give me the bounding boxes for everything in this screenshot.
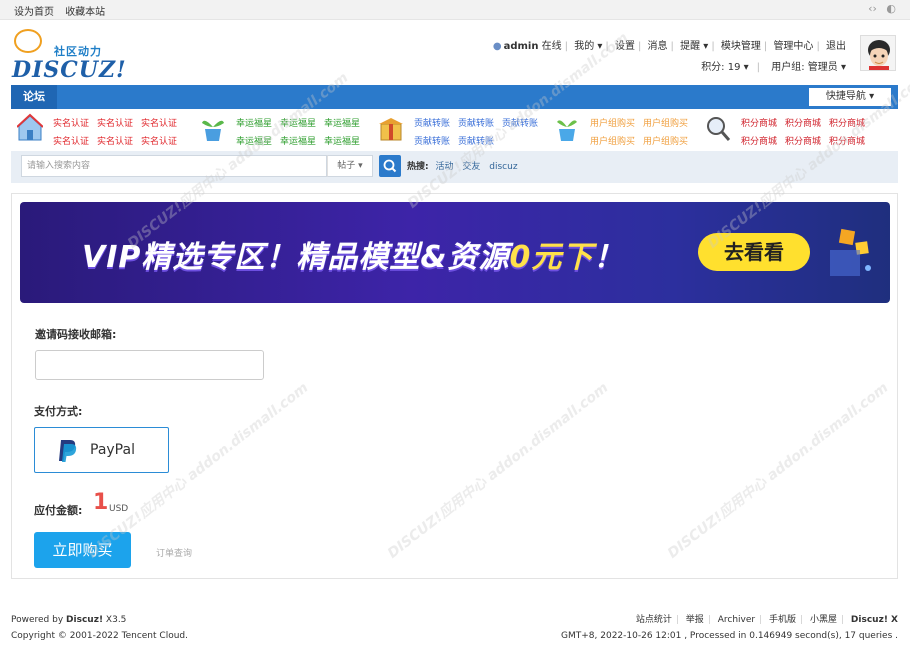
- logout-link[interactable]: 退出: [826, 41, 846, 52]
- search-bar: 请输入搜索内容 帖子 ▾ 热搜: 活动 交友 discuz: [11, 151, 898, 183]
- promo-link[interactable]: 实名认证: [97, 137, 133, 147]
- paypal-icon: [59, 440, 77, 462]
- copyright-text: Copyright © 2001-2022 Tencent Cloud.: [11, 631, 188, 641]
- footer-brand[interactable]: Discuz! X: [851, 615, 898, 625]
- sprout-icon: [557, 120, 577, 141]
- avatar[interactable]: [860, 35, 896, 71]
- hot-search-link[interactable]: 交友: [462, 162, 480, 172]
- header: 社区动力 DISCUZ! ● admin 在线 | 我的 ▾ | 设置 | 消息 | 提醒…: [0, 21, 910, 85]
- my-menu[interactable]: 我的: [574, 41, 594, 52]
- promo-link[interactable]: 实名认证: [141, 137, 177, 147]
- promo-link[interactable]: 积分商城: [741, 119, 777, 129]
- promo-link[interactable]: 用户组购买: [643, 137, 688, 147]
- footer-link-report[interactable]: 举报: [686, 615, 704, 625]
- settings-link[interactable]: 设置: [615, 41, 635, 52]
- promo-link[interactable]: 幸运福星: [324, 137, 360, 147]
- user-info: 积分: 19 ▾ | 用户组: 管理员 ▾: [701, 62, 846, 73]
- paypal-option[interactable]: PayPal: [34, 427, 169, 473]
- set-home-link[interactable]: 设为首页: [14, 7, 54, 18]
- footer-link-blackroom[interactable]: 小黑屋: [810, 615, 837, 625]
- promo-link[interactable]: 用户组购买: [643, 119, 688, 129]
- search-icon: [383, 159, 397, 173]
- hot-searches: 热搜: 活动 交友 discuz: [407, 159, 524, 172]
- user-icon: ●: [492, 41, 502, 52]
- search-type-select[interactable]: 帖子 ▾: [327, 155, 373, 177]
- promo-link[interactable]: 贡献转账: [458, 137, 494, 147]
- promo-links: 实名认证 实名认证 实名认证 实名认证 实名认证 实名认证 幸运福星 幸运福星 幸运福星 幸…: [11, 109, 898, 151]
- admin-center-link[interactable]: 管理中心: [773, 41, 813, 52]
- palette-icon[interactable]: ◐: [886, 2, 896, 15]
- logo-bubble-icon: [14, 29, 42, 53]
- username-link[interactable]: admin: [504, 41, 539, 52]
- buy-now-button[interactable]: 立即购买: [34, 532, 131, 568]
- reminders-menu[interactable]: 提醒: [680, 41, 700, 52]
- nav-forum-tab[interactable]: 论坛: [11, 85, 57, 109]
- search-input[interactable]: 请输入搜索内容: [21, 155, 327, 177]
- code-icon[interactable]: ‹›: [868, 2, 877, 15]
- promo-link[interactable]: 积分商城: [785, 137, 821, 147]
- promo-link[interactable]: 实名认证: [53, 119, 89, 129]
- promo-link[interactable]: 用户组购买: [590, 137, 635, 147]
- promo-link[interactable]: 实名认证: [141, 119, 177, 129]
- email-field[interactable]: [35, 350, 264, 380]
- promo-link[interactable]: 实名认证: [53, 137, 89, 147]
- footer-right: 站点统计 | 举报 | Archiver | 手机版 | 小黑屋 | Discuz! X …: [561, 612, 898, 644]
- promo-link[interactable]: 积分商城: [785, 119, 821, 129]
- email-label: 邀请码接收邮箱:: [35, 328, 117, 341]
- banner-text: VIP精选专区！精品模型&资源0元下！: [82, 240, 625, 275]
- discuz-link[interactable]: Discuz!: [66, 615, 103, 625]
- plant-icon: [202, 120, 224, 141]
- promo-link[interactable]: 幸运福星: [280, 119, 316, 129]
- hot-search-link[interactable]: 活动: [435, 162, 453, 172]
- top-bar: 设为首页 收藏本站 ‹› ◐: [0, 0, 910, 20]
- promo-link[interactable]: 积分商城: [741, 137, 777, 147]
- promo-link[interactable]: 实名认证: [97, 119, 133, 129]
- promo-link[interactable]: 积分商城: [829, 137, 865, 147]
- vip-banner[interactable]: VIP精选专区！精品模型&资源0元下！ 去看看: [20, 202, 890, 303]
- purchase-panel: VIP精选专区！精品模型&资源0元下！ 去看看 邀请码接收邮箱: 支付方式: P…: [11, 193, 898, 579]
- online-status: 在线: [541, 41, 562, 52]
- promo-link[interactable]: 贡献转账: [414, 137, 450, 147]
- footer-left: Powered by Discuz! X3.5 Copyright © 2001…: [11, 612, 188, 644]
- promo-link[interactable]: 贡献转账: [458, 119, 494, 129]
- hot-label: 热搜:: [407, 162, 429, 172]
- points-menu[interactable]: 积分: 19: [701, 62, 740, 73]
- module-manage-link[interactable]: 模块管理: [721, 41, 761, 52]
- site-logo[interactable]: 社区动力 DISCUZ!: [12, 29, 126, 83]
- order-query-link[interactable]: 订单查询: [156, 546, 192, 559]
- amount-value: 1: [93, 490, 109, 515]
- user-group-menu[interactable]: 用户组: 管理员: [771, 62, 838, 73]
- house-icon: [17, 113, 43, 141]
- footer-link-stats[interactable]: 站点统计: [636, 615, 672, 625]
- banner-cubes-icon: [830, 228, 871, 276]
- promo-link[interactable]: 贡献转账: [414, 119, 450, 129]
- messages-link[interactable]: 消息: [648, 41, 668, 52]
- search-button[interactable]: [379, 155, 401, 177]
- promo-link[interactable]: 幸运福星: [236, 119, 272, 129]
- bookmark-link[interactable]: 收藏本站: [65, 7, 105, 18]
- promo-link[interactable]: 用户组购买: [590, 119, 635, 129]
- processing-stats: GMT+8, 2022-10-26 12:01 , Processed in 0…: [561, 631, 898, 641]
- main-nav: 论坛 快捷导航 ▾: [11, 85, 898, 109]
- banner-go-button[interactable]: 去看看: [698, 233, 810, 271]
- amount-label: 应付金额:: [34, 504, 83, 517]
- magnifier-icon: [707, 117, 731, 141]
- hot-search-link[interactable]: discuz: [489, 162, 517, 172]
- promo-link[interactable]: 贡献转账: [502, 119, 538, 129]
- promo-link[interactable]: 幸运福星: [236, 137, 272, 147]
- currency-label: USD: [109, 504, 129, 514]
- box-icon: [379, 118, 403, 141]
- promo-link[interactable]: 积分商城: [829, 119, 865, 129]
- payment-method-label: 支付方式:: [34, 405, 83, 418]
- quick-nav-button[interactable]: 快捷导航 ▾: [809, 88, 891, 106]
- promo-link[interactable]: 幸运福星: [324, 119, 360, 129]
- user-nav: ● admin 在线 | 我的 ▾ | 设置 | 消息 | 提醒 ▾ | 模块管理 | 管理中…: [492, 41, 846, 52]
- paypal-label: PayPal: [90, 442, 135, 458]
- promo-link[interactable]: 幸运福星: [280, 137, 316, 147]
- footer-link-archiver[interactable]: Archiver: [718, 615, 755, 625]
- footer-link-mobile[interactable]: 手机版: [769, 615, 796, 625]
